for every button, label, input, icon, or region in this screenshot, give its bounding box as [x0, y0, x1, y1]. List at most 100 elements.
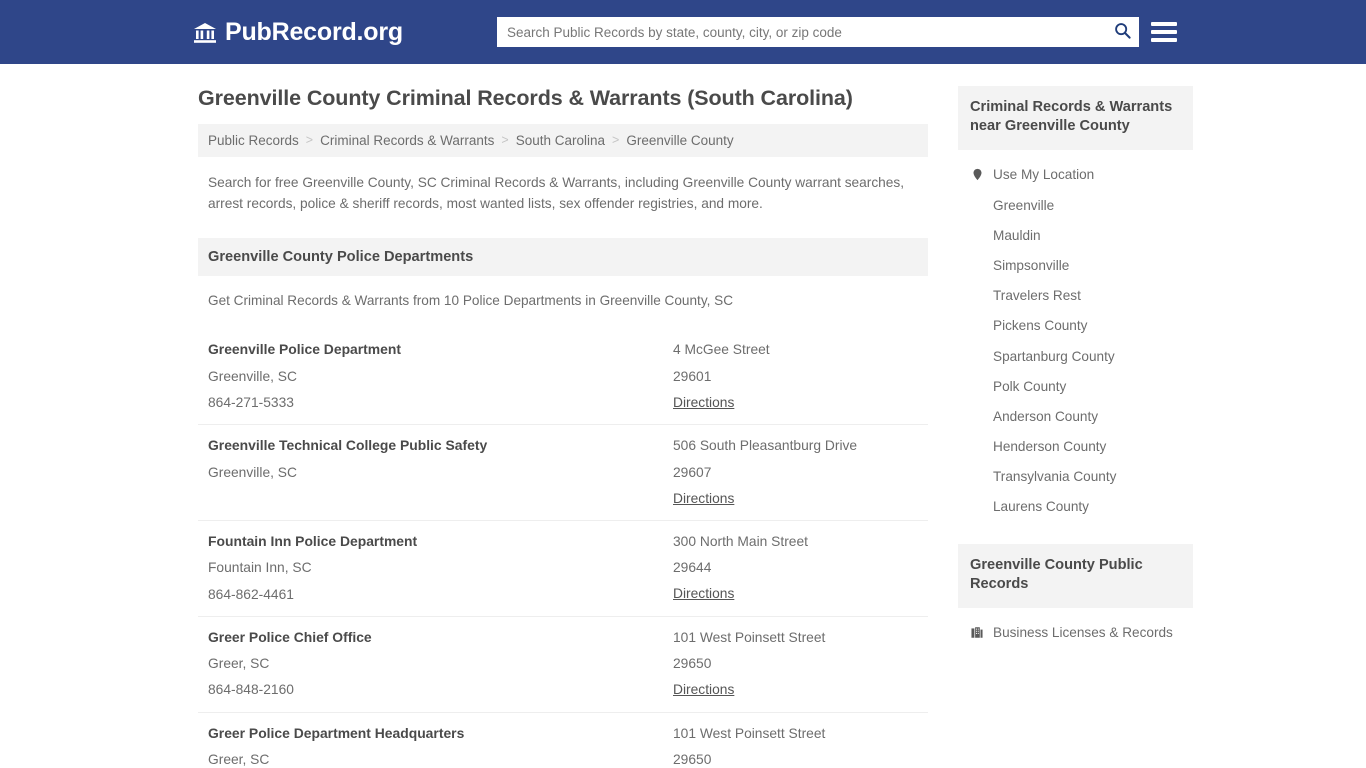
- listing-right-column: 4 McGee Street 29601 Directions: [673, 341, 918, 411]
- breadcrumb-item-greenville-county[interactable]: Greenville County: [626, 133, 733, 148]
- sidebar-item-polk-county[interactable]: Polk County: [958, 371, 1193, 401]
- listing-row: Fountain Inn Police Department Fountain I…: [198, 521, 928, 617]
- breadcrumb-separator: >: [612, 133, 620, 148]
- listings-container: Greenville Police Department Greenville, …: [198, 329, 928, 768]
- listing-directions-wrap: Directions: [673, 394, 918, 411]
- listing-directions-wrap: Directions: [673, 585, 918, 602]
- listing-city-state: Greenville, SC: [208, 368, 297, 384]
- breadcrumb-item-criminal-records-warrants[interactable]: Criminal Records & Warrants: [320, 133, 494, 148]
- breadcrumb-separator: >: [305, 133, 314, 148]
- sidebar-item-anderson-county[interactable]: Anderson County: [958, 401, 1193, 431]
- listing-row: Greer Police Chief Office Greer, SC 864-84…: [198, 617, 928, 713]
- listing-address: 101 West Poinsett Street: [673, 725, 826, 741]
- sidebar-item-mauldin[interactable]: Mauldin: [958, 220, 1193, 250]
- sidebar-item-simpsonville[interactable]: Simpsonville: [958, 250, 1193, 280]
- sidebar-item-label: Greenville: [993, 197, 1055, 213]
- spacer-icon: [970, 439, 984, 455]
- sidebar-item-label: Anderson County: [993, 408, 1099, 424]
- sidebar-item-label: Travelers Rest: [993, 288, 1081, 304]
- sidebar-item-transylvania-county[interactable]: Transylvania County: [958, 462, 1193, 492]
- sidebar-item-label: Polk County: [993, 378, 1067, 394]
- listing-left-column: Greer Police Department Headquarters Gree…: [208, 725, 673, 768]
- directions-link[interactable]: Directions: [673, 490, 734, 507]
- sidebar-nearby-title: Criminal Records & Warrants near Greenvi…: [958, 86, 1193, 150]
- listing-agency-name: Fountain Inn Police Department: [208, 533, 418, 549]
- listing-right-column: 300 North Main Street 29644 Directions: [673, 533, 918, 603]
- listing-phone: 864-271-5333: [208, 395, 294, 411]
- sidebar-item-greenville[interactable]: Greenville: [958, 190, 1193, 220]
- spacer-icon: [970, 197, 984, 213]
- sidebar-box-nearby: Criminal Records & Warrants near Greenvi…: [958, 86, 1193, 522]
- sidebar-public-records-title: Greenville County Public Records: [958, 544, 1193, 608]
- listing-city-state: Fountain Inn, SC: [208, 560, 312, 576]
- spacer-icon: [970, 227, 984, 243]
- sidebar-item-business-licenses-and-records[interactable]: Business Licenses & Records: [958, 618, 1193, 648]
- spacer-icon: [970, 469, 984, 485]
- search-icon: [1113, 21, 1132, 43]
- bank-columns-icon: [193, 21, 217, 45]
- directions-link[interactable]: Directions: [673, 394, 734, 411]
- sidebar-item-pickens-county[interactable]: Pickens County: [958, 311, 1193, 341]
- sidebar-item-spartanburg-county[interactable]: Spartanburg County: [958, 341, 1193, 371]
- listing-row: Greer Police Department Headquarters Gree…: [198, 713, 928, 768]
- hamburger-bar: [1151, 30, 1177, 34]
- sidebar-item-label: Henderson County: [993, 439, 1107, 455]
- sidebar-item-use-my-location[interactable]: Use My Location: [958, 160, 1193, 190]
- spacer-icon: [970, 348, 984, 364]
- listing-phone: 864-862-4461: [208, 586, 294, 602]
- listing-city-state: Greer, SC: [208, 752, 270, 768]
- breadcrumb-separator: >: [501, 133, 509, 148]
- sidebar-item-travelers-rest[interactable]: Travelers Rest: [958, 281, 1193, 311]
- listing-agency-name: Greenville Police Department: [208, 341, 401, 358]
- section-header-police-departments: Greenville County Police Departments: [198, 238, 928, 277]
- listing-right-column: 101 West Poinsett Street29650Directions: [673, 725, 918, 768]
- spacer-icon: [970, 408, 984, 424]
- directions-link[interactable]: Directions: [673, 681, 734, 698]
- listing-left-column: Greenville Police Department Greenville, …: [208, 341, 673, 411]
- listing-address: 300 North Main Street: [673, 534, 808, 549]
- listing-address: 4 McGee Street: [673, 342, 770, 358]
- sidebar-public-records-list: Business Licenses & Records: [958, 608, 1193, 648]
- hamburger-menu-icon[interactable]: [1151, 18, 1177, 46]
- listing-agency-name: Greer Police Chief Office: [208, 628, 372, 645]
- page-description: Search for free Greenville County, SC Cr…: [208, 174, 905, 211]
- listing-directions-wrap: Directions: [673, 490, 918, 507]
- listing-right-column: 101 West Poinsett Street 29650 Directions: [673, 629, 918, 699]
- listing-row: Greenville Police Department Greenville, …: [198, 329, 928, 426]
- breadcrumb: Public Records > Criminal Records & Warr…: [198, 123, 928, 157]
- listing-zip: 29650: [673, 656, 712, 672]
- spacer-icon: [970, 318, 984, 334]
- hamburger-bar: [1151, 38, 1177, 42]
- listing-row: Greenville Technical College Public Safe…: [198, 425, 928, 521]
- listing-phone: 864-848-2160: [208, 682, 294, 698]
- brand-logo-link[interactable]: PubRecord.org: [193, 19, 403, 45]
- sidebar-item-henderson-county[interactable]: Henderson County: [958, 432, 1193, 462]
- spacer-icon: [970, 378, 984, 394]
- search-input[interactable]: [497, 18, 1105, 46]
- listing-city-state: Greer, SC: [208, 656, 270, 672]
- listing-left-column: Fountain Inn Police Department Fountain I…: [208, 533, 673, 603]
- listing-agency-name: Greer Police Department Headquarters: [208, 724, 465, 741]
- search-button[interactable]: [1105, 17, 1139, 47]
- listing-address: 101 West Poinsett Street: [673, 629, 826, 645]
- map-pin-icon: [970, 167, 984, 183]
- listing-left-column: Greer Police Chief Office Greer, SC 864-84…: [208, 629, 673, 699]
- listing-zip: 29650: [673, 751, 712, 767]
- listing-agency-name: Greenville Technical College Public Safe…: [208, 437, 488, 454]
- search-bar: [497, 17, 1139, 47]
- sidebar-item-label: Use My Location: [993, 167, 1095, 183]
- listing-address: 506 South Pleasantburg Drive: [673, 438, 858, 454]
- listing-zip: 29644: [673, 560, 712, 576]
- breadcrumb-item-south-carolina[interactable]: South Carolina: [516, 133, 605, 148]
- sidebar-item-label: Spartanburg County: [993, 348, 1115, 364]
- directions-link[interactable]: Directions: [673, 585, 734, 602]
- spacer-icon: [970, 288, 984, 304]
- briefcase-icon: [970, 625, 984, 641]
- spacer-icon: [970, 257, 984, 273]
- sidebar-item-laurens-county[interactable]: Laurens County: [958, 492, 1193, 522]
- breadcrumb-item-public-records[interactable]: Public Records: [208, 133, 299, 148]
- sidebar-item-label: Transylvania County: [993, 469, 1117, 485]
- listing-directions-wrap: Directions: [673, 681, 918, 698]
- spacer-icon: [970, 499, 984, 515]
- sidebar-nearby-list: Use My Location Greenville Mauldin Simpsonv…: [958, 150, 1193, 522]
